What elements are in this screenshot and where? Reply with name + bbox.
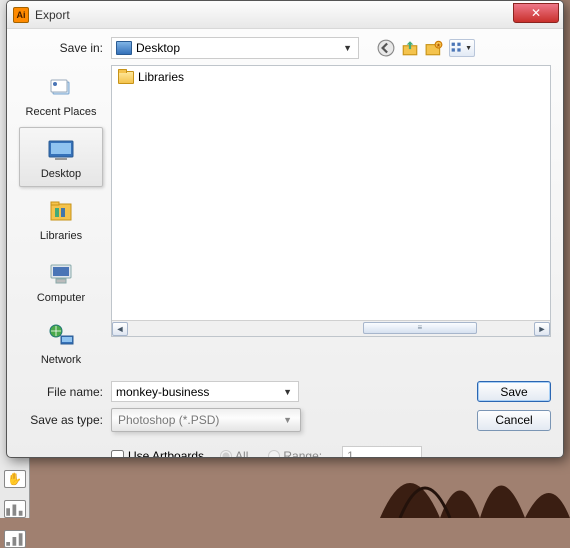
place-libraries[interactable]: Libraries	[19, 189, 103, 249]
scroll-right-button[interactable]: ►	[534, 322, 550, 336]
up-one-level-icon	[401, 39, 419, 57]
radio-icon	[268, 450, 280, 458]
new-folder-icon: ★	[425, 39, 443, 57]
radio-icon	[220, 450, 232, 458]
place-label: Desktop	[41, 168, 81, 180]
chevron-down-icon: ▼	[343, 43, 354, 53]
save-button[interactable]: Save	[477, 381, 551, 402]
save-as-type-value: Photoshop (*.PSD)	[118, 413, 219, 427]
place-label: Libraries	[40, 230, 82, 242]
scroll-thumb[interactable]: ≡	[363, 322, 477, 334]
bar-graph-tool-icon[interactable]	[4, 530, 26, 548]
place-label: Network	[41, 354, 81, 366]
place-label: Recent Places	[26, 106, 97, 118]
save-in-combo[interactable]: Desktop ▼	[111, 37, 359, 59]
back-icon	[377, 39, 395, 57]
save-in-value: Desktop	[136, 41, 180, 55]
desktop-mini-icon	[116, 41, 132, 55]
desktop-icon	[45, 134, 77, 166]
place-network[interactable]: Network	[19, 313, 103, 373]
libraries-icon	[45, 196, 77, 228]
titlebar: Ai Export ✕	[7, 1, 563, 29]
export-dialog: Ai Export ✕ Save in: Desktop ▼ ★	[6, 0, 564, 458]
network-icon	[45, 320, 77, 352]
use-artboards-label: Use Artboards	[128, 449, 204, 458]
range-radio[interactable]: Range:	[268, 449, 322, 458]
checkbox-icon	[111, 450, 124, 459]
close-button[interactable]: ✕	[513, 3, 559, 23]
file-name-value: monkey-business	[116, 385, 209, 399]
views-button[interactable]: ▼	[449, 39, 475, 57]
views-icon	[450, 41, 463, 54]
chevron-down-icon: ▼	[283, 387, 294, 397]
save-as-type-select[interactable]: Photoshop (*.PSD) ▼	[111, 408, 301, 432]
scroll-track[interactable]: ≡	[128, 322, 534, 336]
cancel-button[interactable]: Cancel	[477, 410, 551, 431]
place-recent-places[interactable]: Recent Places	[19, 65, 103, 125]
place-label: Computer	[37, 292, 85, 304]
horizontal-scrollbar[interactable]: ◄ ≡ ►	[112, 320, 550, 336]
folder-icon	[118, 71, 134, 84]
svg-text:★: ★	[436, 42, 441, 49]
window-title: Export	[35, 8, 70, 22]
place-desktop[interactable]: Desktop	[19, 127, 103, 187]
file-name-input[interactable]: monkey-business ▼	[111, 381, 299, 402]
save-in-label: Save in:	[19, 41, 111, 55]
chevron-down-icon: ▼	[283, 415, 294, 425]
close-icon: ✕	[531, 6, 541, 20]
new-folder-button[interactable]: ★	[425, 39, 443, 57]
places-bar: Recent Places Desktop Libraries	[19, 65, 103, 373]
all-radio[interactable]: All	[220, 449, 248, 458]
save-as-type-label: Save as type:	[19, 413, 111, 427]
file-name-label: File name:	[19, 385, 111, 399]
column-graph-tool-icon[interactable]	[4, 500, 26, 518]
list-item[interactable]: Libraries	[112, 66, 550, 88]
back-button[interactable]	[377, 39, 395, 57]
chevron-down-icon: ▼	[465, 45, 474, 52]
app-icon: Ai	[13, 7, 29, 23]
use-artboards-checkbox[interactable]: Use Artboards	[111, 449, 204, 458]
file-list-pane[interactable]: Libraries ◄ ≡ ►	[111, 65, 551, 337]
up-one-level-button[interactable]	[401, 39, 419, 57]
place-computer[interactable]: Computer	[19, 251, 103, 311]
scroll-left-button[interactable]: ◄	[112, 322, 128, 336]
computer-icon	[45, 258, 77, 290]
file-item-name: Libraries	[138, 70, 184, 84]
hand-tool-icon[interactable]: ✋	[4, 470, 26, 488]
range-input[interactable]: 1	[342, 446, 422, 458]
recent-places-icon	[45, 72, 77, 104]
